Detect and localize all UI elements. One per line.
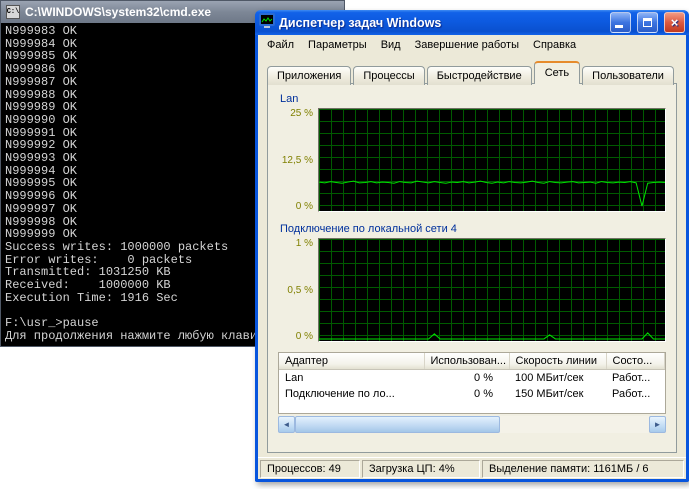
scrollbar-track[interactable] bbox=[295, 416, 649, 433]
adapter-table-head: Адаптер Использован... Скорость линии Состо… bbox=[279, 353, 665, 370]
lan-graph-scale: 25 % 12,5 % 0 % bbox=[278, 108, 318, 212]
menu-help[interactable]: Справка bbox=[526, 36, 583, 54]
menu-bar: Файл Параметры Вид Завершение работы Спр… bbox=[258, 35, 686, 55]
tm-title: Диспетчер задач Windows bbox=[279, 15, 442, 30]
status-cpu: Загрузка ЦП: 4% bbox=[362, 460, 480, 478]
tab-performance[interactable]: Быстродействие bbox=[426, 66, 532, 85]
tab-networking[interactable]: Сеть bbox=[533, 61, 581, 84]
tick-label: 0,5 % bbox=[287, 284, 313, 296]
adapter-table-body: Lan 0 % 100 МБит/сек Работ... Подключение по… bbox=[279, 370, 665, 403]
scroll-right-button[interactable]: ► bbox=[649, 416, 666, 433]
cmd-title: C:\WINDOWS\system32\cmd.exe bbox=[25, 5, 212, 19]
tick-label: 1 % bbox=[295, 238, 313, 249]
lan4-graph-scale: 1 % 0,5 % 0 % bbox=[278, 238, 318, 342]
task-manager-window: Диспетчер задач Windows × Файл Параметры… bbox=[255, 10, 689, 482]
tab-users[interactable]: Пользователи bbox=[582, 66, 674, 85]
column-header[interactable]: Адаптер bbox=[279, 353, 425, 370]
maximize-icon bbox=[643, 18, 652, 27]
horizontal-scrollbar[interactable]: ◄ ► bbox=[278, 416, 666, 433]
column-header[interactable]: Использован... bbox=[424, 353, 510, 370]
menu-file[interactable]: Файл bbox=[260, 36, 301, 54]
close-button[interactable]: × bbox=[664, 12, 685, 33]
adapter-table: Адаптер Использован... Скорость линии Состо… bbox=[278, 352, 666, 414]
menu-shutdown[interactable]: Завершение работы bbox=[408, 36, 526, 54]
close-icon: × bbox=[670, 15, 679, 30]
menu-view[interactable]: Вид bbox=[374, 36, 408, 54]
tab-strip: Приложения Процессы Быстродействие Сеть … bbox=[267, 61, 677, 85]
minimize-button[interactable] bbox=[610, 12, 631, 33]
menu-options[interactable]: Параметры bbox=[301, 36, 374, 54]
scrollbar-thumb[interactable] bbox=[295, 416, 501, 433]
lan4-graph bbox=[318, 238, 666, 342]
graph-label-lan4: Подключение по локальной сети 4 bbox=[280, 223, 457, 235]
tab-applications[interactable]: Приложения bbox=[267, 66, 352, 85]
tick-label: 0 % bbox=[295, 331, 313, 342]
status-memory: Выделение памяти: 1161МБ / 6 bbox=[482, 460, 684, 478]
lan-graph bbox=[318, 108, 666, 212]
cmd-icon: C:\ bbox=[6, 5, 20, 19]
status-bar: Процессов: 49 Загрузка ЦП: 4% Выделение … bbox=[258, 457, 686, 479]
tm-titlebar[interactable]: Диспетчер задач Windows × bbox=[255, 10, 689, 35]
status-processes: Процессов: 49 bbox=[260, 460, 360, 478]
graph-label-lan: Lan bbox=[280, 93, 299, 105]
column-header[interactable]: Состо... bbox=[606, 353, 665, 370]
network-tab-panel: Lan 25 % 12,5 % 0 % Подключение по локал… bbox=[267, 83, 677, 453]
tick-label: 12,5 % bbox=[281, 154, 313, 166]
table-row[interactable]: Lan 0 % 100 МБит/сек Работ... bbox=[279, 370, 665, 387]
tick-label: 25 % bbox=[290, 108, 313, 119]
scroll-left-button[interactable]: ◄ bbox=[278, 416, 295, 433]
table-row[interactable]: Подключение по ло... 0 % 150 МБит/сек Работ… bbox=[279, 386, 665, 402]
minimize-icon bbox=[615, 25, 623, 28]
column-header[interactable]: Скорость линии bbox=[509, 353, 607, 370]
maximize-button[interactable] bbox=[637, 12, 658, 33]
task-manager-icon bbox=[259, 13, 275, 32]
tab-processes[interactable]: Процессы bbox=[353, 66, 425, 85]
tick-label: 0 % bbox=[295, 201, 313, 212]
